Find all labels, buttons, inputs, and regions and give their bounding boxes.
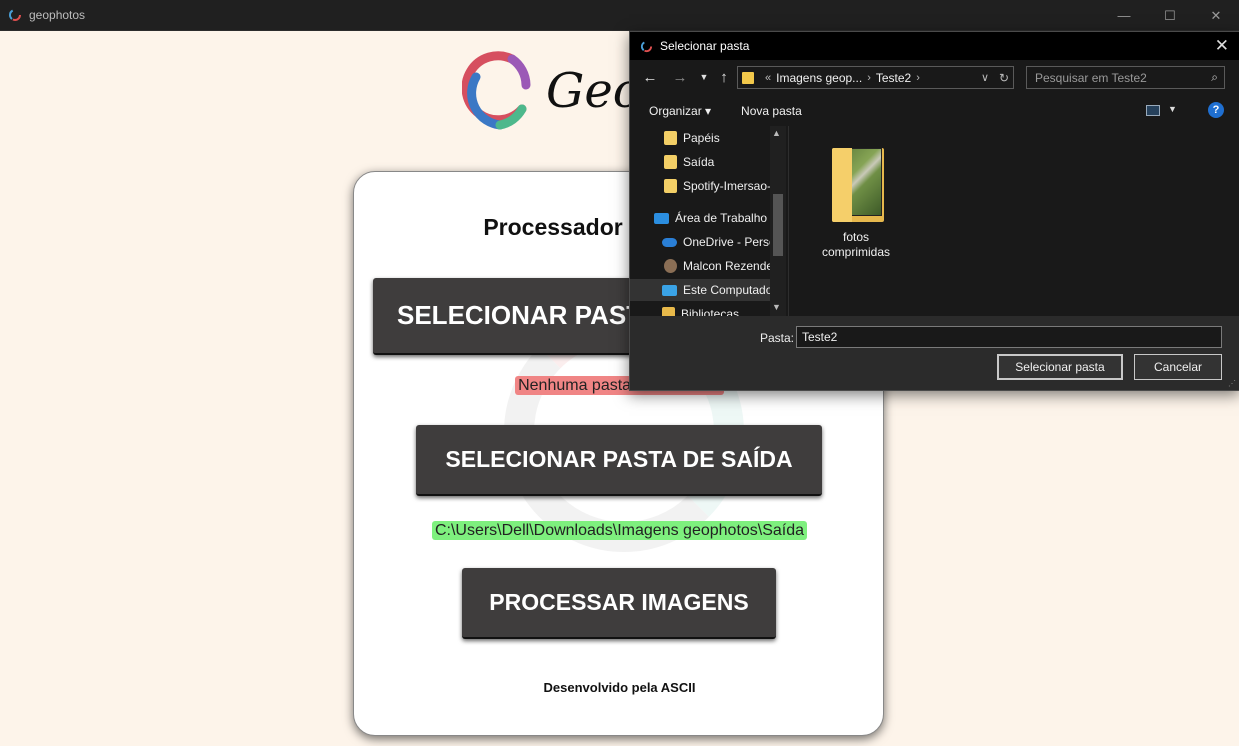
select-output-folder-button[interactable]: SELECIONAR PASTA DE SAÍDA [416,425,822,496]
folder-item[interactable]: fotos comprimidas [815,142,897,260]
folder-name-input[interactable]: Teste2 [796,326,1222,348]
folder-icon [664,155,677,169]
process-images-button[interactable]: PROCESSAR IMAGENS [462,568,776,639]
search-input[interactable]: Pesquisar em Teste2 ⌕ [1026,66,1225,89]
nav-item-label: OneDrive - Perso [683,235,770,249]
window-title: geophotos [29,8,86,22]
library-icon [662,307,675,316]
address-dropdown-icon[interactable]: ∨ [981,71,989,84]
nav-item-libraries[interactable]: Bibliotecas [662,303,770,316]
output-status-text: C:\Users\Dell\Downloads\Imagens geophoto… [431,521,808,540]
up-arrow-icon[interactable]: ↑ [714,67,734,87]
address-overflow-icon[interactable]: « [765,72,771,84]
resize-grip-icon[interactable]: ⋰ [1228,379,1236,388]
nav-item-saida[interactable]: Saída [664,151,770,173]
file-list-pane: fotos comprimidas [789,126,1239,316]
scrollbar-thumb[interactable] [773,194,783,256]
cancel-button[interactable]: Cancelar [1134,354,1222,380]
nav-item-label: Malcon Rezende [683,259,770,273]
logo: Geo [462,46,642,136]
geophotos-app-icon [640,40,653,52]
organize-label: Organizar [649,104,702,118]
breadcrumb-segment[interactable]: Teste2 [876,71,911,85]
nav-item-label: Bibliotecas [681,307,740,316]
refresh-icon[interactable]: ↻ [999,71,1009,85]
select-folder-dialog: Selecionar pasta ✕ ← → ▼ ↑ « Imagens geo… [629,31,1239,391]
output-status: C:\Users\Dell\Downloads\Imagens geophoto… [354,521,883,540]
scroll-down-icon[interactable]: ▼ [772,302,781,312]
breadcrumb-chevron-icon[interactable]: › [916,72,920,84]
scroll-up-icon[interactable]: ▲ [772,128,781,138]
folder-item-label: fotos comprimidas [821,230,890,259]
dialog-toolbar: Organizar ▾ Nova pasta ▼ ? [630,96,1239,126]
nav-item-this-pc[interactable]: Este Computado [630,279,770,301]
nav-item-desktop[interactable]: Área de Trabalho [654,207,770,229]
dialog-title: Selecionar pasta [660,39,750,53]
nav-item-onedrive[interactable]: OneDrive - Perso [662,231,770,253]
nav-item-label: Papéis [683,131,720,145]
window-controls: — ☐ ✕ [1101,0,1239,31]
logo-text: Geo [546,63,642,119]
navigation-pane: Papéis Saída Spotify-Imersao- Área de Tr… [630,126,788,316]
footer-credit: Desenvolvido pela ASCII [543,680,696,695]
folder-thumbnail-icon [824,142,888,226]
desktop-icon [654,212,669,224]
address-bar[interactable]: « Imagens geop... › Teste2 › ∨ ↻ [737,66,1014,89]
select-folder-button[interactable]: Selecionar pasta [997,354,1123,380]
geophotos-app-icon [9,9,21,21]
nav-item-papeis[interactable]: Papéis [664,127,770,149]
view-dropdown-icon[interactable]: ▼ [1168,104,1177,114]
folder-icon [664,131,677,145]
minimize-button[interactable]: — [1101,0,1147,31]
view-options-icon[interactable] [1146,105,1160,116]
nav-scrollbar[interactable]: ▲ ▼ [770,126,786,316]
folder-icon [742,71,754,84]
recent-locations-chevron-icon[interactable]: ▼ [694,67,714,87]
nav-item-label: Saída [683,155,715,169]
search-icon[interactable]: ⌕ [1211,70,1218,85]
geophotos-logo-icon [462,51,531,130]
back-arrow-icon[interactable]: ← [640,67,660,87]
organize-menu[interactable]: Organizar ▾ [649,104,711,118]
nav-item-user[interactable]: Malcon Rezende [664,255,770,277]
dialog-close-icon[interactable]: ✕ [1215,36,1229,56]
new-folder-button[interactable]: Nova pasta [741,104,802,118]
computer-icon [662,284,677,296]
help-icon[interactable]: ? [1208,102,1224,118]
folder-icon [664,179,677,193]
app-titlebar: geophotos — ☐ ✕ [0,0,1239,31]
nav-item-label: Este Computado [683,283,770,297]
dialog-bottom-bar: Pasta: Teste2 Selecionar pasta Cancelar … [630,316,1239,390]
forward-arrow-icon[interactable]: → [670,67,690,87]
breadcrumb-chevron-icon[interactable]: › [867,72,871,84]
maximize-button[interactable]: ☐ [1147,0,1193,31]
search-placeholder: Pesquisar em Teste2 [1035,70,1147,85]
nav-item-label: Área de Trabalho [675,211,768,225]
dialog-navbar: ← → ▼ ↑ « Imagens geop... › Teste2 › ∨ ↻… [630,64,1239,90]
dialog-titlebar: Selecionar pasta ✕ [630,32,1239,60]
user-icon [664,259,677,273]
nav-item-spotify[interactable]: Spotify-Imersao- [664,175,770,197]
close-button[interactable]: ✕ [1193,0,1239,31]
folder-name-label: Pasta: [760,331,795,345]
nav-item-label: Spotify-Imersao- [683,179,770,193]
breadcrumb-segment[interactable]: Imagens geop... [776,71,862,85]
onedrive-icon [662,237,677,247]
